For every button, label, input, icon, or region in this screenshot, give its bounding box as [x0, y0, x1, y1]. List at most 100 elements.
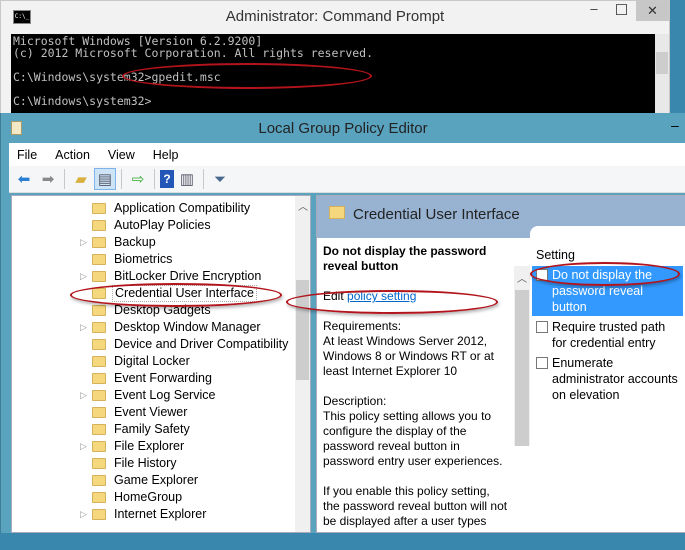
menu-help[interactable]: Help — [153, 148, 179, 162]
export-list-icon[interactable]: ⇨ — [127, 168, 149, 190]
tree-item-label: File History — [114, 456, 177, 470]
tree-item-label: Internet Explorer — [114, 507, 207, 521]
menu-view[interactable]: View — [108, 148, 135, 162]
folder-icon — [92, 254, 106, 265]
annotation-ellipse — [122, 63, 372, 89]
list-item[interactable]: Enumerate administrator accounts on elev… — [532, 354, 683, 404]
tree-pane[interactable]: Application Compatibility AutoPlay Polici… — [11, 195, 311, 533]
cmd-scrollbar[interactable] — [655, 34, 669, 119]
tree-item[interactable]: Biometrics — [12, 251, 295, 268]
policy-title: Do not display the password reveal butto… — [323, 244, 487, 273]
policy-icon — [536, 357, 548, 369]
folder-icon — [92, 424, 106, 435]
folder-icon — [92, 356, 106, 367]
maximize-button[interactable]: ☐ — [609, 1, 634, 21]
description-text: Description: This policy setting allows … — [323, 394, 503, 468]
tree-item-label: Event Forwarding — [114, 371, 212, 385]
tree-item[interactable]: ▷ Desktop Window Manager — [12, 319, 295, 336]
folder-icon — [92, 339, 106, 350]
cmd-title-bar[interactable]: C:\_ Administrator: Command Prompt – ☐ ✕ — [1, 1, 669, 34]
folder-icon — [92, 390, 106, 401]
column-header-setting[interactable]: Setting — [532, 248, 683, 262]
tree-item-label: Game Explorer — [114, 473, 199, 487]
folder-icon — [92, 509, 106, 520]
tree-item[interactable]: Event Forwarding — [12, 370, 295, 387]
tree-item-label: Digital Locker — [114, 354, 190, 368]
minimize-button[interactable]: – — [671, 117, 679, 133]
menu-action[interactable]: Action — [55, 148, 90, 162]
group-policy-editor-window[interactable]: Local Group Policy Editor – File Action … — [0, 113, 685, 533]
tree-item-label: File Explorer — [114, 439, 185, 453]
expand-arrow-icon[interactable]: ▷ — [80, 319, 87, 336]
forward-icon[interactable]: ➡ — [37, 168, 59, 190]
tree-item[interactable]: Digital Locker — [12, 353, 295, 370]
close-button[interactable]: ✕ — [636, 1, 669, 21]
help-icon[interactable]: ? — [160, 170, 174, 188]
show-hide-tree-icon[interactable]: ▤ — [94, 168, 116, 190]
policy-icon — [536, 321, 548, 333]
tree-item[interactable]: HomeGroup — [12, 489, 295, 506]
tree-item[interactable]: ▷ Internet Explorer — [12, 506, 295, 523]
menu-bar: File Action View Help — [9, 143, 685, 166]
folder-icon — [92, 203, 106, 214]
tree-item[interactable]: ▷ File Explorer — [12, 438, 295, 455]
tree-item[interactable]: ▷ Backup — [12, 234, 295, 251]
tree-item[interactable]: ▷ Event Log Service — [12, 387, 295, 404]
expand-arrow-icon[interactable]: ▷ — [80, 234, 87, 251]
folder-icon — [92, 271, 106, 282]
tree-item-label: Family Safety — [114, 422, 190, 436]
settings-list[interactable]: Setting Do not display the password reve… — [530, 226, 685, 406]
tree-item-label: Backup — [114, 235, 156, 249]
folder-icon — [92, 458, 106, 469]
tree-item-label: Biometrics — [114, 252, 173, 266]
cmd-title: Administrator: Command Prompt — [225, 8, 445, 25]
tree-item-label: AutoPlay Policies — [114, 218, 211, 232]
up-folder-icon[interactable]: ▰ — [70, 168, 92, 190]
annotation-ellipse — [530, 262, 680, 286]
show-hide-action-pane-icon[interactable]: ▥ — [176, 168, 198, 190]
folder-icon — [92, 237, 106, 248]
tree-item-label: Event Viewer — [114, 405, 188, 419]
tree-scrollbar[interactable]: ︿ — [295, 196, 310, 532]
menu-file[interactable]: File — [17, 148, 37, 162]
tree-item[interactable]: Application Compatibility — [12, 200, 295, 217]
extended-description: Do not display the password reveal butto… — [317, 238, 514, 550]
folder-icon — [92, 475, 106, 486]
annotation-ellipse — [70, 283, 282, 307]
console-line: C:\Windows\system32> — [13, 94, 152, 108]
tree-item-label: HomeGroup — [114, 490, 183, 504]
minimize-button[interactable]: – — [579, 1, 609, 21]
back-icon[interactable]: ⬅ — [13, 168, 35, 190]
tree-item[interactable]: AutoPlay Policies — [12, 217, 295, 234]
enable-text: If you enable this policy setting, the p… — [323, 484, 508, 528]
tree-item-label: Device and Driver Compatibility — [114, 337, 289, 351]
folder-icon — [329, 206, 345, 219]
folder-icon — [92, 373, 106, 384]
tree-item[interactable]: Game Explorer — [12, 472, 295, 489]
toolbar: ⬅ ➡ ▰ ▤ ⇨ ? ▥ ⏷ — [9, 166, 685, 193]
filter-icon[interactable]: ⏷ — [209, 168, 231, 190]
tree-item-label: Desktop Window Manager — [114, 320, 261, 334]
tree-item-label: Application Compatibility — [114, 201, 251, 215]
tree-item[interactable]: Event Viewer — [12, 404, 295, 421]
requirements-text: Requirements: At least Windows Server 20… — [323, 319, 494, 378]
details-pane: Credential User Interface Do not display… — [316, 195, 685, 533]
tree-item[interactable]: Family Safety — [12, 421, 295, 438]
annotation-ellipse — [286, 290, 498, 314]
expand-arrow-icon[interactable]: ▷ — [80, 438, 87, 455]
gpe-title-bar[interactable]: Local Group Policy Editor – — [1, 113, 685, 143]
list-item[interactable]: Require trusted path for credential entr… — [532, 318, 683, 352]
folder-icon — [92, 322, 106, 333]
tree-item[interactable]: File History — [12, 455, 295, 472]
folder-icon — [92, 492, 106, 503]
command-prompt-window[interactable]: C:\_ Administrator: Command Prompt – ☐ ✕… — [0, 0, 670, 120]
gpe-title: Local Group Policy Editor — [258, 120, 428, 137]
console-line: (c) 2012 Microsoft Corporation. All righ… — [13, 46, 374, 60]
folder-icon — [92, 305, 106, 316]
expand-arrow-icon[interactable]: ▷ — [80, 268, 87, 285]
expand-arrow-icon[interactable]: ▷ — [80, 387, 87, 404]
expand-arrow-icon[interactable]: ▷ — [80, 506, 87, 523]
tree-item[interactable]: Device and Driver Compatibility — [12, 336, 295, 353]
description-scrollbar[interactable]: ︿ — [514, 266, 530, 446]
folder-icon — [92, 441, 106, 452]
